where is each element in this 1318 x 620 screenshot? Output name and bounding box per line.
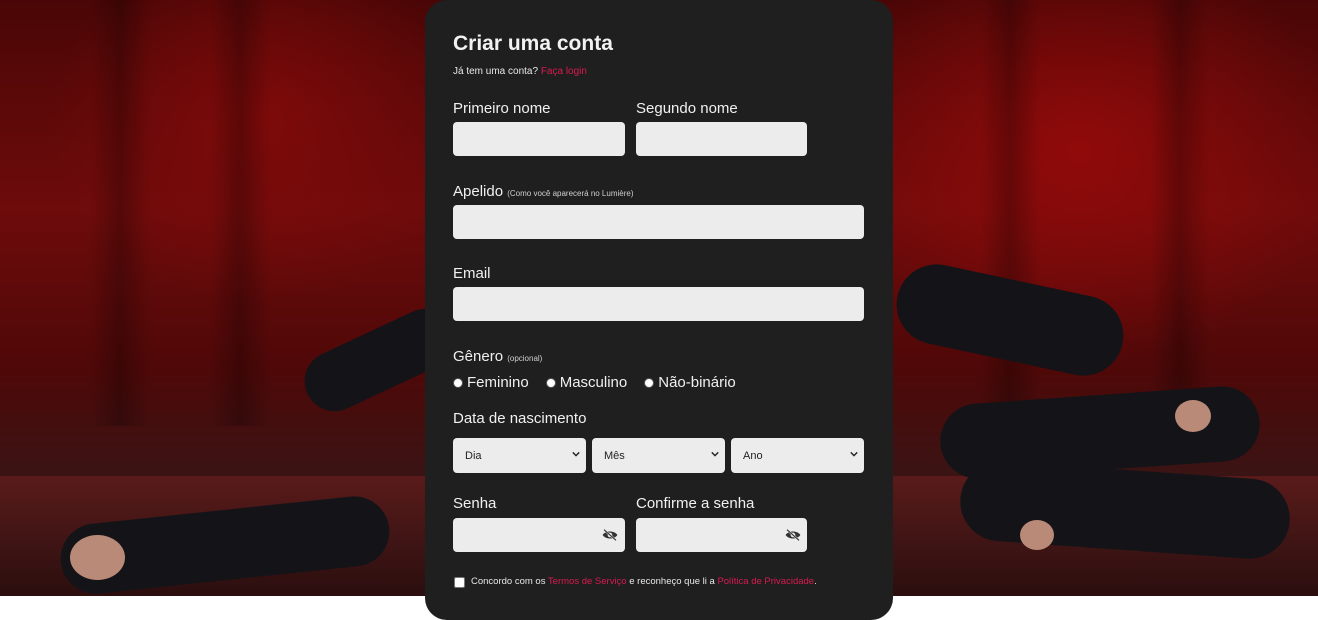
chevron-down-icon bbox=[711, 451, 719, 457]
gender-radio-group: Feminino Masculino Não-binário bbox=[453, 374, 753, 391]
chevron-down-icon bbox=[850, 451, 858, 457]
email-label: Email bbox=[453, 265, 491, 282]
nickname-input[interactable] bbox=[453, 205, 864, 239]
gender-label: Gênero (opcional) bbox=[453, 348, 542, 365]
confirm-password-input[interactable] bbox=[636, 518, 807, 552]
birth-day-select[interactable]: Dia bbox=[453, 438, 586, 473]
login-prompt: Já tem uma conta? Faça login bbox=[453, 66, 587, 77]
terms-text: Concordo com os Termos de Serviço e reco… bbox=[471, 576, 817, 587]
birthdate-label: Data de nascimento bbox=[453, 410, 587, 427]
eye-slash-icon[interactable] bbox=[602, 529, 618, 541]
curtain-fold bbox=[1150, 0, 1210, 426]
gender-hint: (opcional) bbox=[507, 354, 543, 363]
curtain-fold bbox=[210, 0, 270, 426]
first-name-label: Primeiro nome bbox=[453, 100, 551, 117]
radio-button[interactable] bbox=[453, 377, 463, 388]
radio-button[interactable] bbox=[545, 377, 556, 388]
chevron-down-icon bbox=[572, 451, 580, 457]
last-name-label: Segundo nome bbox=[636, 100, 738, 117]
gender-label-text: Gênero bbox=[453, 348, 504, 365]
gender-option-label: Feminino bbox=[467, 374, 529, 391]
login-link[interactable]: Faça login bbox=[541, 66, 587, 77]
page-title: Criar uma conta bbox=[453, 32, 613, 55]
terms-checkbox[interactable] bbox=[454, 577, 465, 588]
birth-month-select[interactable]: Mês bbox=[592, 438, 725, 473]
last-name-input[interactable] bbox=[636, 122, 807, 156]
gender-option-label: Masculino bbox=[559, 374, 628, 391]
first-name-input[interactable] bbox=[453, 122, 625, 156]
password-label: Senha bbox=[453, 495, 497, 512]
birth-month-value: Mês bbox=[604, 449, 625, 462]
confirm-password-label: Confirme a senha bbox=[636, 495, 755, 512]
curtain-fold bbox=[90, 0, 150, 426]
figure-face bbox=[1175, 400, 1211, 432]
birth-year-select[interactable]: Ano bbox=[731, 438, 864, 473]
gender-option-nonbinary[interactable]: Não-binário bbox=[644, 374, 736, 391]
terms-suffix: . bbox=[814, 576, 817, 587]
terms-middle: e reconheço que li a bbox=[629, 576, 715, 587]
gender-option-label: Não-binário bbox=[658, 374, 736, 391]
nickname-label: Apelido (Como você aparecerá no Lumière) bbox=[453, 183, 634, 200]
privacy-policy-link[interactable]: Política de Privacidade bbox=[717, 576, 814, 587]
gender-option-male[interactable]: Masculino bbox=[545, 374, 628, 391]
password-input[interactable] bbox=[453, 518, 625, 552]
radio-button[interactable] bbox=[644, 377, 655, 388]
nickname-label-text: Apelido bbox=[453, 183, 504, 200]
figure-face bbox=[70, 535, 125, 580]
gender-option-female[interactable]: Feminino bbox=[453, 374, 529, 391]
birth-year-value: Ano bbox=[743, 449, 763, 462]
birth-day-value: Dia bbox=[465, 449, 482, 462]
nickname-hint: (Como você aparecerá no Lumière) bbox=[507, 189, 634, 198]
eye-slash-icon[interactable] bbox=[785, 529, 801, 541]
terms-prefix: Concordo com os bbox=[471, 576, 546, 587]
figure-face bbox=[1020, 520, 1054, 550]
terms-of-service-link[interactable]: Termos de Serviço bbox=[548, 576, 627, 587]
login-prompt-text: Já tem uma conta? bbox=[453, 66, 539, 77]
email-input[interactable] bbox=[453, 287, 864, 321]
